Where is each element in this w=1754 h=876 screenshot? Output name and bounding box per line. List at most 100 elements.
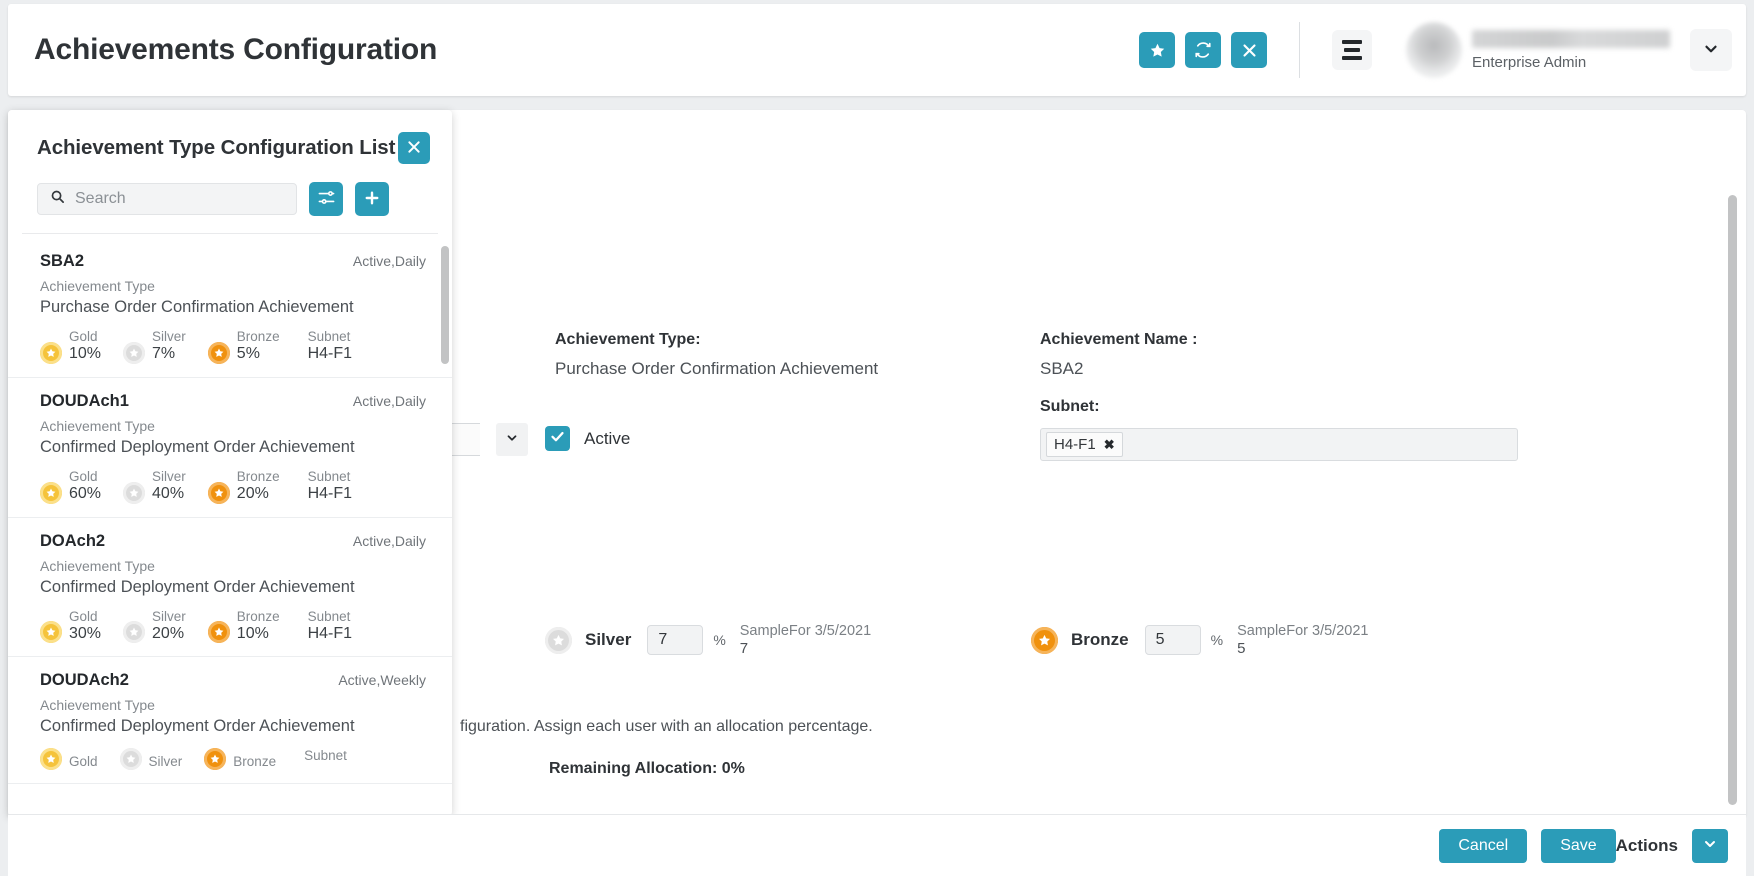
achievement-list[interactable]: SBA2 Active,Daily Achievement Type Purch… <box>8 238 452 816</box>
list-panel-header: Achievement Type Configuration List <box>8 110 452 164</box>
silver-allocation-row: Silver % SampleFor 3/5/2021 7 <box>545 622 871 659</box>
achievement-type-value: Purchase Order Confirmation Achievement <box>555 359 878 379</box>
allocation-description: figuration. Assign each user with an all… <box>460 718 873 736</box>
bronze-label: Bronze <box>237 469 280 485</box>
chip-remove-icon[interactable]: ✖ <box>1104 437 1115 453</box>
silver-medal-icon <box>123 482 145 504</box>
achievement-name-value: SBA2 <box>1040 359 1197 379</box>
star-icon <box>1149 42 1166 59</box>
search-box[interactable] <box>37 183 297 215</box>
subnet-label: Subnet <box>304 748 347 764</box>
silver-label: Silver <box>152 609 186 625</box>
list-search-row <box>8 164 452 216</box>
subnet-label: Subnet: <box>1040 398 1518 416</box>
list-item-name: DOUDAch2 <box>40 671 338 690</box>
silver-medal-entry: Silver 7% <box>123 329 186 364</box>
actions-caret-button[interactable] <box>1692 829 1728 863</box>
subnet-value: H4-F1 <box>308 485 352 504</box>
cancel-button[interactable]: Cancel <box>1439 829 1527 863</box>
achievement-type-list-panel: Achievement Type Configuration List <box>8 110 452 816</box>
list-item-type-label: Achievement Type <box>40 697 426 713</box>
achievement-name-label: Achievement Name : <box>1040 331 1197 349</box>
bronze-sample: SampleFor 3/5/2021 5 <box>1237 622 1368 659</box>
close-button[interactable] <box>1231 32 1267 68</box>
silver-medal-entry: Silver 20% <box>123 609 186 644</box>
list-item-name: DOAch2 <box>40 532 353 551</box>
active-label: Active <box>584 429 630 449</box>
bronze-texts: Bronze 5% <box>237 329 280 364</box>
bronze-medal-icon <box>208 482 230 504</box>
list-item-type-value: Confirmed Deployment Order Achievement <box>40 438 426 457</box>
gold-medal-entry: Gold <box>40 748 98 770</box>
select-caret-button[interactable] <box>496 423 528 456</box>
search-icon <box>50 189 65 209</box>
gold-medal-icon <box>40 342 62 364</box>
gold-label: Gold <box>69 469 101 485</box>
subnet-chip[interactable]: H4-F1 ✖ <box>1046 432 1123 457</box>
subnet-field: Subnet: H4-F1 ✖ <box>1040 398 1518 461</box>
footer-bar: Cancel Save Actions <box>8 814 1746 876</box>
gold-texts: Gold 10% <box>69 329 101 364</box>
user-role: Enterprise Admin <box>1472 54 1670 71</box>
list-item-type-value: Confirmed Deployment Order Achievement <box>40 578 426 597</box>
header-divider <box>1299 22 1300 78</box>
bronze-texts: Bronze <box>233 754 276 770</box>
list-item-status: Active,Weekly <box>338 672 426 688</box>
subnet-label: Subnet <box>308 469 352 485</box>
user-menu-caret-button[interactable] <box>1690 29 1732 71</box>
hamburger-icon-line <box>1342 40 1362 44</box>
bronze-label: Bronze <box>237 609 280 625</box>
add-button[interactable] <box>355 182 389 216</box>
page-title: Achievements Configuration <box>34 33 437 67</box>
gold-medal-entry: Gold 10% <box>40 329 101 364</box>
list-item-status: Active,Daily <box>353 253 426 269</box>
gold-value: 10% <box>69 345 101 364</box>
subnet-entry: Subnet H4-F1 <box>308 609 352 644</box>
list-scrollbar[interactable] <box>441 246 449 364</box>
gold-value: 60% <box>69 485 101 504</box>
list-item[interactable]: DOAch2 Active,Daily Achievement Type Con… <box>8 518 452 658</box>
silver-value: 20% <box>152 625 186 644</box>
list-item[interactable]: DOUDAch2 Active,Weekly Achievement Type … <box>8 657 452 784</box>
avatar <box>1406 22 1462 78</box>
user-profile[interactable]: Enterprise Admin <box>1406 22 1670 78</box>
bronze-allocation-row: Bronze % SampleFor 3/5/2021 5 <box>1031 622 1368 659</box>
bronze-percent-input[interactable] <box>1145 625 1201 655</box>
list-item-name: DOUDAch1 <box>40 392 353 411</box>
menu-button[interactable] <box>1332 30 1372 70</box>
subnet-entry: Subnet H4-F1 <box>308 329 352 364</box>
silver-medal-icon <box>545 627 572 654</box>
list-item-medals: Gold 30% Silver 20% Bronze 10% <box>40 609 426 644</box>
gold-value: 30% <box>69 625 101 644</box>
save-button[interactable]: Save <box>1541 829 1615 863</box>
list-item-medals: Gold 10% Silver 7% Bronze 5% <box>40 329 426 364</box>
subnet-input[interactable]: H4-F1 ✖ <box>1040 428 1518 461</box>
gold-medal-entry: Gold 30% <box>40 609 101 644</box>
list-item-type-label: Achievement Type <box>40 278 426 294</box>
gold-label: Gold <box>69 609 101 625</box>
gold-texts: Gold 60% <box>69 469 101 504</box>
gold-medal-icon <box>40 621 62 643</box>
sliders-icon <box>317 188 336 210</box>
active-checkbox-row[interactable]: Active <box>545 426 630 451</box>
subnet-value: H4-F1 <box>308 625 352 644</box>
favorite-button[interactable] <box>1139 32 1175 68</box>
user-name-redacted <box>1472 30 1670 48</box>
silver-value: 7% <box>152 345 186 364</box>
list-close-button[interactable] <box>398 132 430 164</box>
active-checkbox[interactable] <box>545 426 570 451</box>
list-item[interactable]: DOUDAch1 Active,Daily Achievement Type C… <box>8 378 452 518</box>
silver-sample: SampleFor 3/5/2021 7 <box>740 622 871 659</box>
refresh-button[interactable] <box>1185 32 1221 68</box>
search-input[interactable] <box>75 190 265 208</box>
bronze-sample-value: 5 <box>1237 640 1368 659</box>
bronze-medal-icon <box>208 342 230 364</box>
filter-button[interactable] <box>309 182 343 216</box>
silver-medal-icon <box>123 621 145 643</box>
silver-percent-input[interactable] <box>647 625 703 655</box>
silver-texts: Silver 40% <box>152 469 186 504</box>
bronze-label: Bronze <box>237 329 280 345</box>
list-item[interactable]: SBA2 Active,Daily Achievement Type Purch… <box>8 238 452 378</box>
main-scrollbar[interactable] <box>1728 195 1737 805</box>
chevron-down-icon <box>1702 836 1718 855</box>
